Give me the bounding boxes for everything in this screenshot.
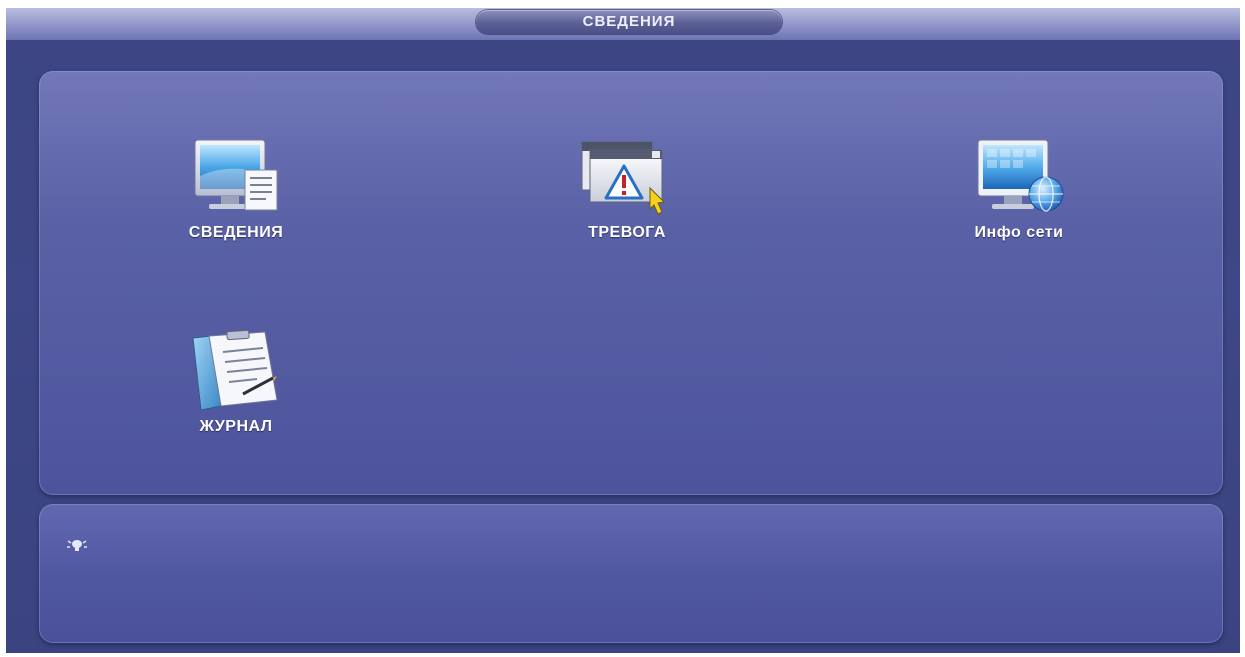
menu-item-label: Инфо сети — [974, 224, 1064, 241]
menu-item-label: СВЕДЕНИЯ — [188, 224, 284, 241]
network-globe-icon — [977, 139, 1064, 212]
menu-item-info[interactable]: СВЕДЕНИЯ — [146, 136, 326, 248]
menu-item-alarm[interactable]: ТРЕВОГА — [537, 136, 717, 248]
menu-item-label: ЖУРНАЛ — [199, 418, 273, 435]
tip-lightbulb-icon — [67, 540, 87, 551]
menu-item-log[interactable]: ЖУРНАЛ — [146, 330, 326, 442]
menu-item-label: ТРЕВОГА — [588, 224, 666, 241]
page-title: СВЕДЕНИЯ — [476, 10, 782, 34]
menu-item-network-info[interactable]: Инфо сети — [929, 136, 1109, 248]
log-clipboard-icon — [192, 330, 278, 411]
monitor-document-icon — [194, 139, 278, 211]
alarm-warning-icon — [581, 141, 666, 215]
screen: СВЕДЕНИЯ СВЕДЕНИЯ ТРЕВОГА Инфо сети ЖУРН… — [6, 8, 1240, 653]
help-panel — [39, 504, 1223, 643]
